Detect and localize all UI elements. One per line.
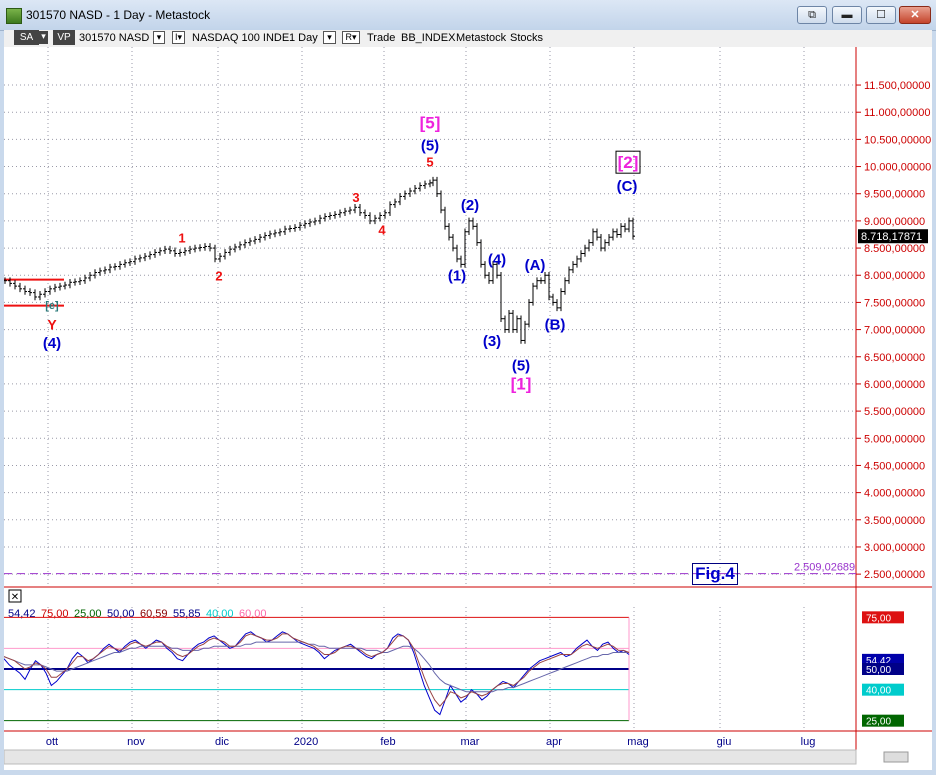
stocks-label[interactable]: Stocks [510, 31, 543, 45]
x-axis-label-3: 2020 [294, 736, 318, 748]
wave-label-5: 1 [178, 231, 185, 246]
price-axis-label-9: 7.000,00000 [864, 325, 925, 337]
price-axis-label-11: 6.000,00000 [864, 379, 925, 391]
wave-label-19: [e] [45, 300, 59, 312]
wave-label-4: 4 [378, 222, 386, 237]
close-button[interactable]: ✕ [899, 6, 931, 24]
osc-right-label-2: 50,00 [866, 665, 891, 676]
minimize-button[interactable]: ▬ [832, 6, 862, 24]
x-axis-label-6: apr [546, 736, 562, 748]
wave-label-1: (5) [421, 137, 439, 154]
osc-legend-value-3: 50,00 [107, 608, 135, 620]
price-axis-label-7: 8.000,00000 [864, 270, 925, 282]
symbol-label[interactable]: 301570 NASD [79, 31, 149, 45]
metastock-app-icon[interactable] [6, 8, 22, 24]
wave-label-13: (A) [525, 257, 546, 274]
price-axis-label-18: 2.500,00000 [864, 569, 925, 581]
x-axis-label-9: lug [801, 736, 816, 748]
price-axis-label-15: 4.000,00000 [864, 488, 925, 500]
price-axis-label-8: 7.500,00000 [864, 297, 925, 309]
horizontal-scrollbar [3, 749, 857, 765]
osc-right-label-4: 25,00 [866, 717, 891, 728]
price-axis-label-0: 11.500,00000 [864, 80, 930, 92]
period-dropdown-icon[interactable]: ▾ [323, 31, 336, 44]
indicator-close-icon: ✕ [11, 592, 19, 603]
wave-label-0: [5] [420, 114, 441, 133]
wave-label-16: [2] [618, 153, 639, 172]
price-axis-label-16: 3.500,00000 [864, 515, 925, 527]
osc-right-label-3: 40,00 [866, 686, 891, 697]
x-axis-label-1: nov [127, 736, 145, 748]
last-price-label: 8.718,17871 [861, 231, 922, 243]
x-axis-label-0: ott [46, 736, 58, 748]
wave-label-12: [1] [511, 374, 532, 393]
price-axis-label-6: 8.500,00000 [864, 243, 925, 255]
wave-label-3: 3 [352, 190, 359, 205]
osc-series-line-0 [3, 631, 630, 716]
x-axis-label-2: dic [215, 736, 230, 748]
wave-label-6: 2 [215, 269, 222, 284]
title-bar: 301570 NASD - 1 Day - Metastock ⧉ ▬ ☐ ✕ [0, 0, 936, 31]
price-axis-label-4: 9.500,00000 [864, 189, 925, 201]
osc-legend-value-1: 75,00 [41, 608, 69, 620]
osc-legend-value-2: 25,00 [74, 608, 102, 620]
price-axis-label-13: 5.000,00000 [864, 433, 925, 445]
price-axis-label-5: 9.000,00000 [864, 216, 925, 228]
figure-label: Fig.4 [692, 563, 738, 585]
wave-label-15: (C) [617, 178, 638, 195]
x-axis-label-4: feb [380, 736, 395, 748]
wave-label-14: (B) [545, 317, 566, 334]
maximize-button[interactable]: ☐ [866, 6, 896, 24]
osc-legend-value-6: 40,00 [206, 608, 234, 620]
x-axis-label-5: mar [461, 736, 480, 748]
wave-label-2: 5 [426, 155, 433, 170]
price-axis-label-3: 10.000,00000 [864, 162, 931, 174]
osc-legend-value-0: 54,42 [8, 608, 36, 620]
scrollbar-thumb [883, 751, 909, 763]
window-title: 301570 NASD - 1 Day - Metastock [26, 8, 211, 22]
metastock-label[interactable]: Metastock [456, 31, 506, 45]
wave-label-7: (2) [461, 197, 479, 214]
wave-label-11: (5) [512, 357, 530, 374]
x-axis-label-7: mag [627, 736, 648, 748]
wave-label-18: (4) [43, 335, 61, 352]
wave-label-9: (4) [488, 251, 506, 268]
price-axis-label-17: 3.000,00000 [864, 542, 925, 554]
wave-label-10: (3) [483, 333, 501, 350]
vp-button[interactable]: VP [53, 30, 75, 45]
price-axis-label-14: 4.500,00000 [864, 460, 925, 472]
chart-toolbar: SA ▾ VP 301570 NASD ▾ I▾ NASDAQ 100 INDE… [4, 30, 932, 47]
price-axis-label-1: 11.000,00000 [864, 107, 930, 119]
sa-dropdown-icon[interactable]: ▾ [39, 31, 48, 44]
price-axis-label-12: 5.500,00000 [864, 406, 925, 418]
period-label[interactable]: 1 Day [289, 31, 318, 45]
osc-legend-value-7: 60,00 [239, 608, 267, 620]
price-axis-label-2: 10.500,00000 [864, 134, 931, 146]
wave-label-17: Y [47, 317, 57, 333]
osc-legend-value-5: 55,85 [173, 608, 201, 620]
indicator-dropdown-icon[interactable]: I▾ [172, 31, 185, 44]
wave-label-8: (1) [448, 268, 466, 285]
security-name: NASDAQ 100 INDE [192, 32, 290, 44]
x-axis-label-8: giu [717, 736, 732, 748]
chart-svg[interactable]: 11.500,00000 11.000,00000 10.500,00000 10.0… [3, 47, 932, 770]
r-dropdown-icon[interactable]: R▾ [342, 31, 360, 44]
reference-line-label: 2.509,02689 [794, 562, 855, 574]
index-label[interactable]: BB_INDEX [401, 31, 455, 45]
chart-area: 11.500,00000 11.000,00000 10.500,00000 10.0… [3, 47, 932, 770]
price-axis-label-10: 6.500,00000 [864, 352, 925, 364]
osc-legend-value-4: 60,59 [140, 608, 168, 620]
osc-right-label-0: 75,00 [866, 613, 891, 624]
sa-button[interactable]: SA [14, 30, 39, 45]
restore-down-button[interactable]: ⧉ [797, 6, 827, 24]
symbol-dropdown-icon[interactable]: ▾ [153, 31, 165, 44]
trade-label[interactable]: Trade [367, 31, 395, 45]
